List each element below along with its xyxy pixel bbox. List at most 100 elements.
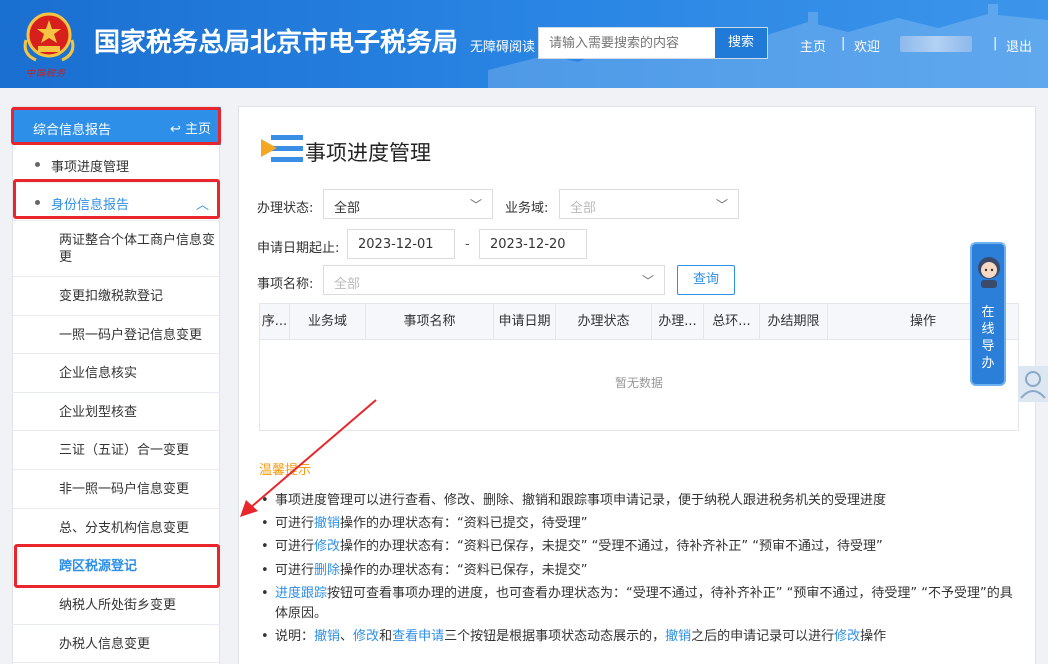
sidebar-subitem[interactable]: 企业信息核实 (13, 354, 221, 393)
sidebar-item-label: 身份信息报告 (51, 198, 130, 213)
welcome-text: 欢迎 (854, 40, 881, 55)
column-header[interactable]: 总环... (704, 304, 760, 340)
chevron-down-icon: ﹀ (715, 198, 728, 212)
sidebar-home-label: 主页 (184, 122, 211, 137)
column-header[interactable]: 办理状态 (556, 304, 652, 340)
chevron-down-icon: ﹀ (469, 198, 482, 212)
search-input[interactable] (539, 28, 715, 58)
tip-line: • 可进行修改操作的办理状态有：“资料已保存，未提交” “受理不通过，待补齐补正”… (261, 539, 883, 554)
username-blurred (900, 36, 972, 52)
revoke-link[interactable]: 撤销 (665, 629, 691, 644)
sidebar-home-link[interactable]: ↩ 主页 (170, 118, 211, 137)
tip-text: 操作的办理状态有：“资料已保存，未提交” “受理不通过，待补齐补正” “预审不通… (340, 539, 883, 554)
domain-select[interactable]: 全部 ﹀ (559, 189, 739, 219)
item-name-select[interactable]: 全部 ﹀ (323, 265, 665, 295)
online-guide-widget[interactable]: 在线导办 (970, 242, 1006, 386)
sidebar-subitem-label: 三证（五证）合一变更 (59, 443, 190, 458)
sidebar-subitem[interactable]: 一照一码户登记信息变更 (13, 316, 221, 354)
sidebar-subitem-cross-region[interactable]: 跨区税源登记 (13, 547, 221, 586)
sidebar-subitem-label: 总、分支机构信息变更 (59, 521, 190, 536)
tip-text: 操作 (860, 629, 887, 644)
tip-text: 三个按钮是根据事项状态动态展示的， (444, 629, 666, 644)
sidebar-subitem-label: 跨区税源登记 (59, 559, 138, 574)
tip-text: 按钮可查看事项办理的进度，也可查看办理状态为：“受理不通过，待补齐补正” “预审… (275, 586, 1013, 621)
tip-text: 事项进度管理可以进行查看、修改、删除、撤销和跟踪事项申请记录，便于纳税人跟进税务… (275, 493, 887, 508)
page-title: 事项进度管理 (305, 141, 431, 165)
domain-select-placeholder: 全部 (570, 201, 597, 216)
user-side-icon[interactable] (1018, 366, 1048, 402)
assistant-avatar-icon (978, 257, 1000, 288)
sidebar-item-identity-report[interactable]: 身份信息报告 ︿ (13, 183, 221, 221)
chevron-down-icon: ﹀ (641, 274, 654, 288)
sidebar-subitem[interactable]: 企业划型核查 (13, 393, 221, 431)
back-arrow-icon: ↩ (169, 122, 181, 137)
sidebar-subitem-label: 变更扣缴税款登记 (59, 289, 164, 304)
search-box: 搜索 (538, 27, 768, 59)
logout-link[interactable]: 退出 (1006, 36, 1032, 55)
domain-label: 业务域: (505, 201, 549, 216)
date-range-label: 申请日期起止: (257, 241, 340, 256)
view-application-link[interactable]: 查看申请 (392, 629, 444, 644)
site-title: 国家税务总局北京市电子税务局 (94, 28, 459, 58)
accessibility-link[interactable]: 无障碍阅读 (470, 36, 535, 55)
sidebar: 综合信息报告 ↩ 主页 事项进度管理 身份信息报告 ︿ 两证整合个体工商户信息变… (12, 106, 221, 664)
chevron-up-icon: ︿ (195, 198, 209, 213)
status-select-value: 全部 (334, 201, 361, 216)
sidebar-subitem[interactable]: 办税人信息变更 (13, 625, 221, 663)
item-name-placeholder: 全部 (334, 277, 361, 292)
tip-text: 操作的办理状态有：“资料已保存，未提交” (340, 563, 588, 578)
search-button[interactable]: 搜索 (715, 28, 767, 58)
sidebar-item-progress[interactable]: 事项进度管理 (13, 145, 221, 183)
start-date-input[interactable]: 2023-12-01 (347, 229, 455, 259)
status-select[interactable]: 全部 ﹀ (323, 189, 493, 219)
tip-text: 操作的办理状态有：“资料已提交，待受理” (340, 516, 588, 531)
tip-line: • 进度跟踪按钮可查看事项办理的进度，也可查看办理状态为：“受理不通过，待补齐补正… (261, 586, 1013, 621)
query-button[interactable]: 查询 (677, 265, 735, 295)
column-header[interactable]: 序... (260, 304, 290, 340)
start-date-value: 2023-12-01 (358, 237, 434, 252)
sidebar-subitem[interactable]: 总、分支机构信息变更 (13, 509, 221, 547)
sidebar-item-label: 事项进度管理 (51, 160, 130, 175)
sidebar-subitem[interactable]: 纳税人所处街乡变更 (13, 586, 221, 625)
sidebar-subitem[interactable]: 三证（五证）合一变更 (13, 431, 221, 470)
date-separator: - (465, 237, 470, 252)
revoke-link[interactable]: 撤销 (314, 629, 340, 644)
column-header[interactable]: 业务域 (290, 304, 366, 340)
nav-home-link[interactable]: 主页 (800, 36, 826, 55)
empty-state: 暂无数据 (614, 376, 663, 390)
bullet-icon (35, 162, 40, 167)
status-label: 办理状态: (257, 201, 314, 216)
bullet-icon (35, 200, 40, 205)
sidebar-subitem-label: 企业信息核实 (59, 366, 138, 381)
column-header[interactable]: 事项名称 (366, 304, 494, 340)
modify-link[interactable]: 修改 (353, 629, 379, 644)
modify-link[interactable]: 修改 (314, 539, 340, 554)
sidebar-subitem[interactable]: 变更扣缴税款登记 (13, 277, 221, 316)
tip-text: 说明： (275, 629, 315, 644)
column-header[interactable]: 申请日期 (494, 304, 556, 340)
modify-link[interactable]: 修改 (834, 629, 860, 644)
end-date-value: 2023-12-20 (490, 237, 566, 252)
column-header[interactable]: 办结期限 (760, 304, 828, 340)
main-panel: 事项进度管理 办理状态: 全部 ﹀ 业务域: 全部 ﹀ 申请日期起止: 2023… (238, 106, 1036, 664)
tip-line: • 可进行撤销操作的办理状态有：“资料已提交，待受理” (261, 516, 588, 531)
sidebar-subitem-label: 非一照一码户信息变更 (59, 482, 190, 497)
end-date-input[interactable]: 2023-12-20 (479, 229, 587, 259)
tip-text: 之后的申请记录可以进行 (691, 629, 835, 644)
sidebar-subitem[interactable]: 非一照一码户信息变更 (13, 470, 221, 509)
results-table: 序... 业务域 事项名称 申请日期 办理状态 办理... 总环... 办结期限… (259, 303, 1019, 431)
sidebar-subitem-label: 纳税人所处街乡变更 (59, 598, 177, 613)
column-header[interactable]: 办理... (652, 304, 704, 340)
revoke-link[interactable]: 撤销 (314, 516, 340, 531)
delete-link[interactable]: 删除 (314, 563, 340, 578)
tip-text: 可进行 (275, 563, 315, 578)
sidebar-subitem-label: 两证整合个体工商户信息变更 (59, 233, 216, 265)
sidebar-header[interactable]: 综合信息报告 ↩ 主页 (13, 107, 221, 145)
nav-separator: | (993, 36, 998, 51)
progress-tracking-link[interactable]: 进度跟踪 (275, 586, 327, 601)
sidebar-subitem-label: 办税人信息变更 (59, 637, 151, 652)
progress-list-icon (261, 135, 303, 162)
sidebar-subitem[interactable]: 两证整合个体工商户信息变更 (13, 221, 221, 277)
tax-emblem-icon (23, 12, 75, 62)
sidebar-subitem-label: 企业划型核查 (59, 405, 138, 420)
